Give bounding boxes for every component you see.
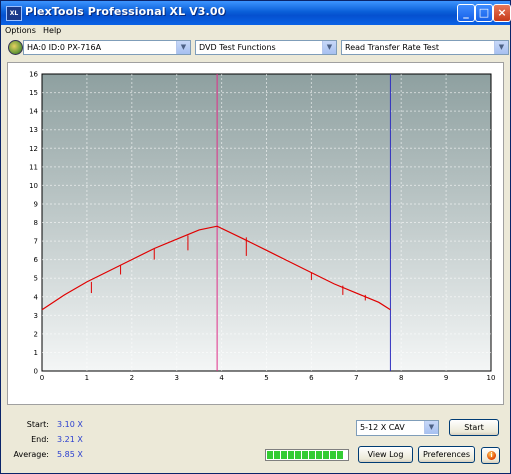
progress-segment (330, 451, 336, 459)
y-tick-label: 1 (34, 349, 38, 357)
progress-segment (302, 451, 308, 459)
close-button[interactable]: × (493, 4, 511, 22)
y-tick-label: 11 (29, 163, 38, 171)
drive-select[interactable]: HA:0 ID:0 PX-716A ▼ (23, 40, 191, 55)
x-tick-label: 7 (354, 374, 358, 382)
speed-select[interactable]: 5-12 X CAV ▼ (356, 420, 439, 436)
progress-segment (316, 451, 322, 459)
chart-panel: 0 1 2 3 4 5 6 7 8 9 10 0 1 2 3 4 5 6 7 8 9 10 11 12 13 14 15 16 (7, 62, 504, 405)
chevron-down-icon[interactable]: ▼ (424, 421, 438, 434)
help-button[interactable]: i (481, 447, 500, 464)
drive-select-value: HA:0 ID:0 PX-716A (27, 43, 102, 52)
view-log-button[interactable]: View Log (358, 446, 413, 463)
y-tick-label: 10 (29, 182, 38, 190)
y-tick-label: 2 (34, 330, 38, 338)
chevron-down-icon[interactable]: ▼ (322, 41, 336, 54)
average-label: Average: (13, 450, 49, 459)
minimize-button[interactable]: _ (457, 4, 475, 22)
y-tick-label: 12 (29, 145, 38, 153)
x-tick-label: 1 (85, 374, 89, 382)
start-label: Start: (26, 420, 49, 429)
info-icon: i (487, 451, 496, 460)
y-tick-label: 8 (34, 219, 38, 227)
x-tick-label: 0 (40, 374, 44, 382)
progress-segment (309, 451, 315, 459)
preferences-button[interactable]: Preferences (418, 446, 475, 463)
end-value: 3.21 X (57, 435, 83, 444)
x-tick-label: 4 (219, 374, 224, 382)
transfer-rate-chart: 0 1 2 3 4 5 6 7 8 9 10012345678910111213141516 (29, 71, 496, 383)
menu-options[interactable]: Options (5, 26, 36, 35)
title-bar[interactable]: XL PlexTools Professional XL V3.00 _ □ × (1, 1, 511, 25)
x-tick-label: 9 (444, 374, 448, 382)
speed-select-value: 5-12 X CAV (360, 423, 405, 432)
maximize-button[interactable]: □ (475, 4, 493, 22)
start-button[interactable]: Start (449, 419, 499, 436)
progress-segment (267, 451, 273, 459)
app-window: XL PlexTools Professional XL V3.00 _ □ ×… (0, 0, 511, 474)
test-select-value: Read Transfer Rate Test (345, 43, 439, 52)
function-select[interactable]: DVD Test Functions ▼ (195, 40, 337, 55)
progress-segment (323, 451, 329, 459)
app-logo-icon: XL (6, 6, 22, 21)
x-tick-label: 10 (487, 374, 496, 382)
function-select-value: DVD Test Functions (199, 43, 276, 52)
end-label: End: (31, 435, 49, 444)
y-tick-label: 9 (34, 200, 38, 208)
x-tick-label: 8 (399, 374, 403, 382)
progress-segment (274, 451, 280, 459)
y-tick-label: 0 (34, 368, 38, 376)
progress-segment (281, 451, 287, 459)
y-tick-label: 7 (34, 238, 38, 246)
status-panel: Start: 3.10 X End: 3.21 X Average: 5.85 … (1, 409, 510, 473)
progress-bar (265, 449, 349, 461)
y-tick-label: 16 (29, 71, 38, 79)
y-tick-label: 3 (34, 312, 38, 320)
window-title: PlexTools Professional XL V3.00 (25, 5, 226, 18)
drive-icon (8, 40, 23, 55)
chevron-down-icon[interactable]: ▼ (176, 41, 190, 54)
y-tick-label: 5 (34, 275, 38, 283)
chevron-down-icon[interactable]: ▼ (494, 41, 508, 54)
progress-segment (288, 451, 294, 459)
y-tick-label: 14 (29, 108, 38, 116)
test-select[interactable]: Read Transfer Rate Test ▼ (341, 40, 509, 55)
x-tick-label: 5 (264, 374, 268, 382)
x-tick-label: 6 (309, 374, 314, 382)
y-tick-label: 4 (34, 293, 39, 301)
menu-bar: Options Help (1, 25, 510, 38)
progress-segment (295, 451, 301, 459)
x-tick-label: 2 (130, 374, 134, 382)
progress-segment (337, 451, 343, 459)
toolbar: HA:0 ID:0 PX-716A ▼ DVD Test Functions ▼… (1, 39, 510, 60)
average-value: 5.85 X (57, 450, 83, 459)
y-tick-label: 6 (34, 256, 39, 264)
start-value: 3.10 X (57, 420, 83, 429)
y-tick-label: 13 (29, 126, 38, 134)
menu-help[interactable]: Help (43, 26, 61, 35)
y-tick-label: 15 (29, 89, 38, 97)
x-tick-label: 3 (174, 374, 178, 382)
